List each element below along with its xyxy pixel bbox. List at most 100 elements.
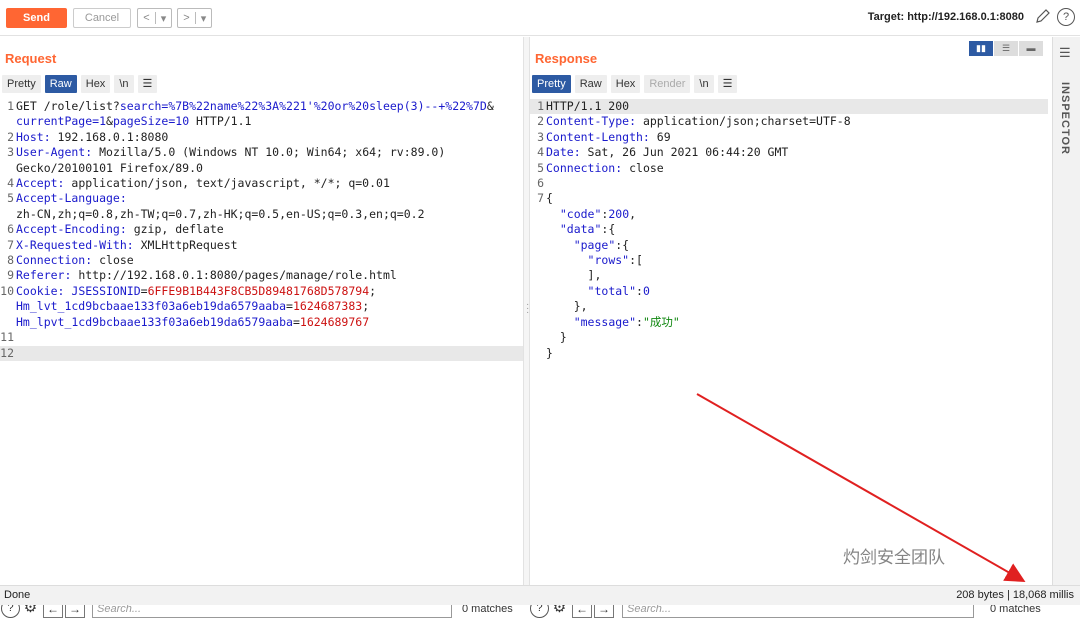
code-line[interactable]: zh-CN,zh;q=0.8,zh-TW;q=0.7,zh-HK;q=0.5,e…	[0, 207, 523, 222]
layout-side-by-side-icon[interactable]: ▮▮	[969, 41, 993, 56]
code-line[interactable]: 4 Date: Sat, 26 Jun 2021 06:44:20 GMT	[530, 145, 1048, 160]
line-text[interactable]: Host: 192.168.0.1:8080	[16, 130, 168, 145]
code-line[interactable]: },	[530, 299, 1048, 314]
line-text[interactable]: "page":{	[546, 238, 629, 253]
code-line[interactable]: 9 Referer: http://192.168.0.1:8080/pages/…	[0, 268, 523, 283]
line-text[interactable]: Connection: close	[546, 161, 664, 176]
send-button[interactable]: Send	[6, 8, 67, 28]
inspector-label[interactable]: INSPECTOR	[1059, 82, 1071, 155]
tab-raw[interactable]: Raw	[44, 75, 77, 93]
line-text[interactable]: X-Requested-With: XMLHttpRequest	[16, 238, 238, 253]
code-line[interactable]: "page":{	[530, 238, 1048, 253]
line-text[interactable]: Content-Type: application/json;charset=U…	[546, 114, 851, 129]
line-text[interactable]: "code":200,	[546, 207, 636, 222]
line-text[interactable]: "data":{	[546, 222, 615, 237]
line-text[interactable]: Accept-Language:	[16, 191, 134, 206]
tab-pretty[interactable]: Pretty	[532, 75, 571, 93]
line-text[interactable]: User-Agent: Mozilla/5.0 (Windows NT 10.0…	[16, 145, 445, 160]
line-text[interactable]: Cookie: JSESSIONID=6FFE9B1B443F8CB5D8948…	[16, 284, 376, 299]
inspector-panel[interactable]: ☰ INSPECTOR	[1052, 37, 1080, 585]
code-line[interactable]: "rows":[	[530, 253, 1048, 268]
pencil-icon[interactable]	[1034, 8, 1052, 26]
code-line[interactable]: 8 Connection: close	[0, 253, 523, 268]
line-text[interactable]: currentPage=1&pageSize=10 HTTP/1.1	[16, 114, 251, 129]
splitter-grip-icon[interactable]: · · ·	[526, 300, 529, 318]
line-text[interactable]: GET /role/list?search=%7B%22name%22%3A%2…	[16, 99, 494, 114]
line-text[interactable]: "message":"成功"	[546, 315, 680, 330]
history-back-dropdown-icon[interactable]: ▾	[156, 12, 171, 25]
line-text[interactable]: Gecko/20100101 Firefox/89.0	[16, 161, 203, 176]
response-pane: Response Pretty Raw Hex Render \n ☰ 1 HTTP/1.1…	[530, 37, 1048, 618]
history-forward-dropdown-icon[interactable]: ▾	[196, 12, 211, 25]
code-line[interactable]: Gecko/20100101 Firefox/89.0	[0, 161, 523, 176]
code-line[interactable]: 5 Accept-Language:	[0, 191, 523, 206]
code-line[interactable]: currentPage=1&pageSize=10 HTTP/1.1	[0, 114, 523, 129]
tab-hex[interactable]: Hex	[610, 75, 641, 93]
layout-single-icon[interactable]: ▬	[1019, 41, 1043, 56]
code-line[interactable]: Hm_lpvt_1cd9bcbaae133f03a6eb19da6579aaba…	[0, 315, 523, 330]
cancel-button[interactable]: Cancel	[73, 8, 131, 28]
line-text[interactable]: }	[546, 330, 567, 345]
code-line[interactable]: 5 Connection: close	[530, 161, 1048, 176]
line-text[interactable]: HTTP/1.1 200	[546, 99, 629, 114]
code-line[interactable]: "code":200,	[530, 207, 1048, 222]
history-back-button[interactable]: <	[138, 12, 156, 24]
code-line[interactable]: 4 Accept: application/json, text/javascri…	[0, 176, 523, 191]
tab-hex[interactable]: Hex	[80, 75, 111, 93]
tab-n[interactable]: \n	[114, 75, 134, 93]
line-text[interactable]: Hm_lvt_1cd9bcbaae133f03a6eb19da6579aaba=…	[16, 299, 369, 314]
line-text[interactable]: ],	[546, 268, 602, 283]
code-line[interactable]: "message":"成功"	[530, 315, 1048, 330]
line-text[interactable]: Accept: application/json, text/javascrip…	[16, 176, 390, 191]
code-line[interactable]: 2 Content-Type: application/json;charset=…	[530, 114, 1048, 129]
line-text[interactable]: Accept-Encoding: gzip, deflate	[16, 222, 224, 237]
code-line[interactable]: Hm_lvt_1cd9bcbaae133f03a6eb19da6579aaba=…	[0, 299, 523, 314]
code-line[interactable]: 3 Content-Length: 69	[530, 130, 1048, 145]
code-line[interactable]: 7{	[530, 191, 1048, 206]
response-editor[interactable]: 1 HTTP/1.1 200 2 Content-Type: application/…	[530, 99, 1048, 361]
tab-render[interactable]: Render	[644, 75, 691, 93]
line-text[interactable]: Date: Sat, 26 Jun 2021 06:44:20 GMT	[546, 145, 788, 160]
code-line[interactable]: 6	[530, 176, 1048, 191]
line-text[interactable]: }	[546, 346, 553, 361]
line-text[interactable]: Hm_lpvt_1cd9bcbaae133f03a6eb19da6579aaba…	[16, 315, 369, 330]
code-line[interactable]: "total":0	[530, 284, 1048, 299]
tab-n[interactable]: \n	[694, 75, 714, 93]
code-line[interactable]: 1 HTTP/1.1 200	[530, 99, 1048, 115]
line-text[interactable]: zh-CN,zh;q=0.8,zh-TW;q=0.7,zh-HK;q=0.5,e…	[16, 207, 425, 222]
code-line[interactable]: 2 Host: 192.168.0.1:8080	[0, 130, 523, 145]
line-number: 5	[537, 160, 544, 175]
tab-raw[interactable]: Raw	[574, 75, 607, 93]
line-text[interactable]: Connection: close	[16, 253, 134, 268]
line-number: 5	[7, 191, 14, 206]
code-line[interactable]: 6 Accept-Encoding: gzip, deflate	[0, 222, 523, 237]
code-line[interactable]: 12	[0, 345, 523, 361]
code-line[interactable]: 7 X-Requested-With: XMLHttpRequest	[0, 238, 523, 253]
code-line[interactable]: ],	[530, 268, 1048, 283]
code-line[interactable]: 1 GET /role/list?search=%7B%22name%22%3A%…	[0, 99, 523, 114]
help-icon[interactable]: ?	[1057, 8, 1075, 26]
line-text[interactable]: },	[546, 299, 588, 314]
menu-icon[interactable]: ☰	[717, 75, 738, 93]
line-text[interactable]: {	[546, 191, 553, 206]
line-text[interactable]: Content-Length: 69	[546, 130, 671, 145]
line-number: 8	[7, 253, 14, 268]
line-text[interactable]: "total":0	[546, 284, 650, 299]
code-line[interactable]: }	[530, 346, 1048, 361]
line-text[interactable]: Referer: http://192.168.0.1:8080/pages/m…	[16, 268, 397, 283]
history-forward-button[interactable]: >	[178, 12, 196, 24]
history-forward-group: > ▾	[177, 8, 212, 28]
code-line[interactable]: 11	[0, 330, 523, 345]
line-text[interactable]: "rows":[	[546, 253, 643, 268]
layout-stacked-icon[interactable]: ☰	[994, 41, 1018, 56]
pane-splitter[interactable]: · · ·	[523, 37, 530, 585]
menu-icon[interactable]: ☰	[1059, 45, 1071, 61]
code-line[interactable]: 10 Cookie: JSESSIONID=6FFE9B1B443F8CB5D89…	[0, 284, 523, 299]
code-line[interactable]: 3 User-Agent: Mozilla/5.0 (Windows NT 10.…	[0, 145, 523, 160]
request-editor[interactable]: 1 GET /role/list?search=%7B%22name%22%3A%…	[0, 99, 523, 361]
line-number: 9	[7, 268, 14, 283]
code-line[interactable]: }	[530, 330, 1048, 345]
tab-pretty[interactable]: Pretty	[2, 75, 41, 93]
menu-icon[interactable]: ☰	[137, 75, 158, 93]
code-line[interactable]: "data":{	[530, 222, 1048, 237]
